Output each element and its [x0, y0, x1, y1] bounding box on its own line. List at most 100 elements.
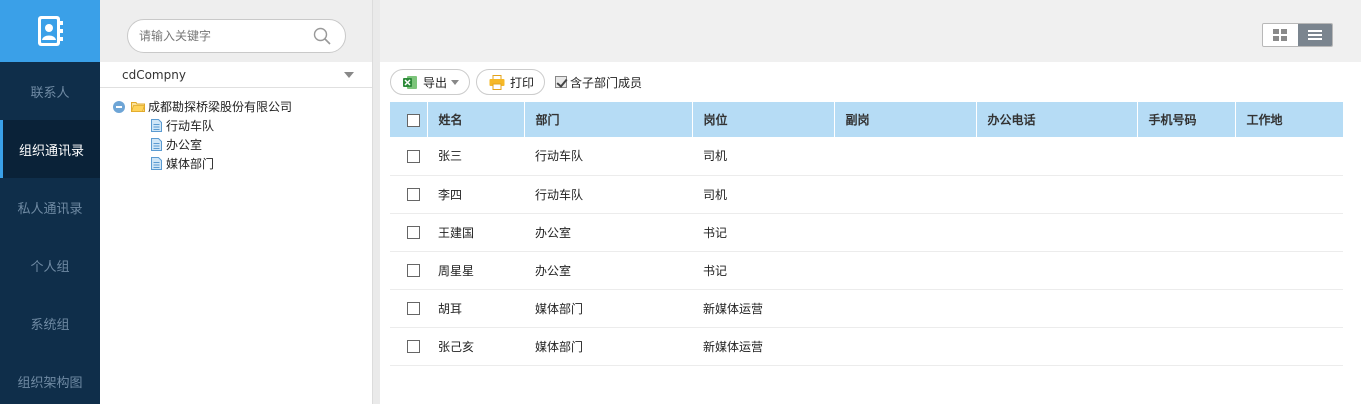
cell-dept: 办公室 — [535, 225, 572, 240]
cell-workplace — [1235, 327, 1343, 365]
cell-dept: 媒体部门 — [535, 339, 584, 354]
cell-office-phone — [976, 213, 1137, 251]
row-select-cell — [390, 213, 427, 251]
nav-item-private-directory[interactable]: 私人通讯录 — [0, 178, 100, 236]
column-header[interactable]: 岗位 — [692, 102, 835, 137]
cell-position: 新媒体运营 — [703, 339, 764, 354]
cell-office-phone — [976, 251, 1137, 289]
cell-workplace — [1235, 213, 1343, 251]
include-sub-dept-label: 含子部门成员 — [570, 75, 643, 90]
nav-item-org-directory[interactable]: 组织通讯录 — [0, 120, 100, 178]
list-view-button[interactable] — [1297, 24, 1332, 46]
cell-workplace — [1235, 251, 1343, 289]
row-checkbox[interactable] — [407, 226, 420, 239]
cell-name: 张己亥 — [438, 339, 475, 354]
cell-office-phone — [976, 137, 1137, 175]
main-content: 导出 打印 含子部门成员 姓名 部门 岗位 副岗 办公电话 手机号码 工作地 张… — [380, 0, 1361, 404]
cell-name: 王建国 — [438, 225, 475, 240]
cell-position: 司机 — [703, 149, 728, 164]
row-checkbox[interactable] — [407, 188, 420, 201]
contact-book-icon — [38, 16, 63, 46]
tree-node-label: 办公室 — [166, 138, 203, 152]
cell-position: 书记 — [703, 225, 728, 240]
tree-node-label: 行动车队 — [166, 119, 215, 133]
panel-splitter[interactable] — [372, 0, 380, 404]
row-select-cell — [390, 175, 427, 213]
cell-deputy — [834, 289, 976, 327]
row-checkbox[interactable] — [407, 340, 420, 353]
tree-node-label: 成都勘探桥梁股份有限公司 — [148, 100, 293, 114]
row-select-cell — [390, 251, 427, 289]
include-sub-dept-checkbox[interactable]: 含子部门成员 — [555, 74, 642, 91]
cell-dept: 媒体部门 — [535, 301, 584, 316]
table-row[interactable]: 胡耳 媒体部门 新媒体运营 — [390, 289, 1343, 327]
tree-node-label: 媒体部门 — [166, 157, 215, 171]
collapse-icon[interactable] — [113, 100, 125, 113]
cell-deputy — [834, 327, 976, 365]
members-table: 姓名 部门 岗位 副岗 办公电话 手机号码 工作地 张三 行动车队 司机 李四 … — [390, 102, 1343, 366]
document-icon — [151, 119, 162, 132]
tree-node-dept[interactable]: 行动车队 — [100, 116, 372, 135]
table-row[interactable]: 张己亥 媒体部门 新媒体运营 — [390, 327, 1343, 365]
nav-item-org-chart[interactable]: 组织架构图 — [0, 352, 100, 404]
cell-mobile — [1137, 251, 1235, 289]
app-logo[interactable] — [0, 0, 100, 62]
row-checkbox[interactable] — [407, 264, 420, 277]
search-icon[interactable] — [313, 27, 331, 45]
cell-name: 李四 — [438, 187, 463, 202]
cell-mobile — [1137, 213, 1235, 251]
tree-node-root[interactable]: 成都勘探桥梁股份有限公司 — [100, 97, 372, 116]
table-row[interactable]: 张三 行动车队 司机 — [390, 137, 1343, 175]
row-checkbox[interactable] — [407, 149, 420, 163]
nav-item-personal-group[interactable]: 个人组 — [0, 236, 100, 294]
print-button[interactable]: 打印 — [476, 69, 546, 95]
cell-mobile — [1137, 175, 1235, 213]
column-header[interactable]: 办公电话 — [976, 102, 1138, 137]
company-select-value: cdCompny — [122, 67, 186, 82]
folder-open-icon — [131, 102, 145, 112]
cell-mobile — [1137, 137, 1235, 175]
table-row[interactable]: 王建国 办公室 书记 — [390, 213, 1343, 251]
cell-workplace — [1235, 289, 1343, 327]
nav-item-system-group[interactable]: 系统组 — [0, 294, 100, 352]
column-header[interactable]: 姓名 — [427, 102, 525, 137]
export-label: 导出 — [423, 75, 448, 90]
org-tree-panel: cdCompny 成都勘探桥梁股份有限公司 行动车队 — [100, 0, 372, 404]
tree-search-bar — [100, 0, 372, 62]
list-view-icon — [1307, 30, 1322, 40]
cell-workplace — [1235, 175, 1343, 213]
search-box — [127, 19, 346, 53]
cell-office-phone — [976, 327, 1137, 365]
chevron-down-icon — [344, 72, 354, 78]
select-all-cell — [390, 102, 428, 137]
document-icon — [151, 138, 162, 151]
cell-deputy — [834, 213, 976, 251]
table-row[interactable]: 周星星 办公室 书记 — [390, 251, 1343, 289]
checkbox[interactable] — [555, 76, 568, 88]
export-button[interactable]: 导出 — [390, 69, 471, 95]
toolbar: 导出 打印 含子部门成员 — [380, 62, 1361, 102]
select-all-checkbox[interactable] — [407, 113, 420, 127]
cell-dept: 行动车队 — [535, 187, 584, 202]
view-toggle — [1262, 23, 1333, 47]
table-header-row: 姓名 部门 岗位 副岗 办公电话 手机号码 工作地 — [390, 102, 1343, 137]
row-checkbox[interactable] — [407, 302, 420, 315]
nav-item-contacts[interactable]: 联系人 — [0, 62, 100, 120]
left-nav: 联系人 组织通讯录 私人通讯录 个人组 系统组 组织架构图 — [0, 0, 100, 404]
grid-view-button[interactable] — [1263, 24, 1298, 46]
cell-mobile — [1137, 327, 1235, 365]
company-select[interactable]: cdCompny — [100, 62, 372, 88]
tree-node-dept[interactable]: 办公室 — [100, 135, 372, 154]
tree-node-dept[interactable]: 媒体部门 — [100, 154, 372, 173]
column-header[interactable]: 部门 — [524, 102, 693, 137]
column-header[interactable]: 副岗 — [834, 102, 977, 137]
column-header[interactable]: 手机号码 — [1137, 102, 1236, 137]
search-input[interactable] — [139, 29, 309, 43]
cell-name: 胡耳 — [438, 301, 463, 316]
document-icon — [151, 157, 162, 170]
cell-position: 司机 — [703, 187, 728, 202]
column-header[interactable]: 工作地 — [1235, 102, 1343, 137]
cell-name: 张三 — [438, 149, 463, 164]
cell-workplace — [1235, 137, 1343, 175]
table-row[interactable]: 李四 行动车队 司机 — [390, 175, 1343, 213]
